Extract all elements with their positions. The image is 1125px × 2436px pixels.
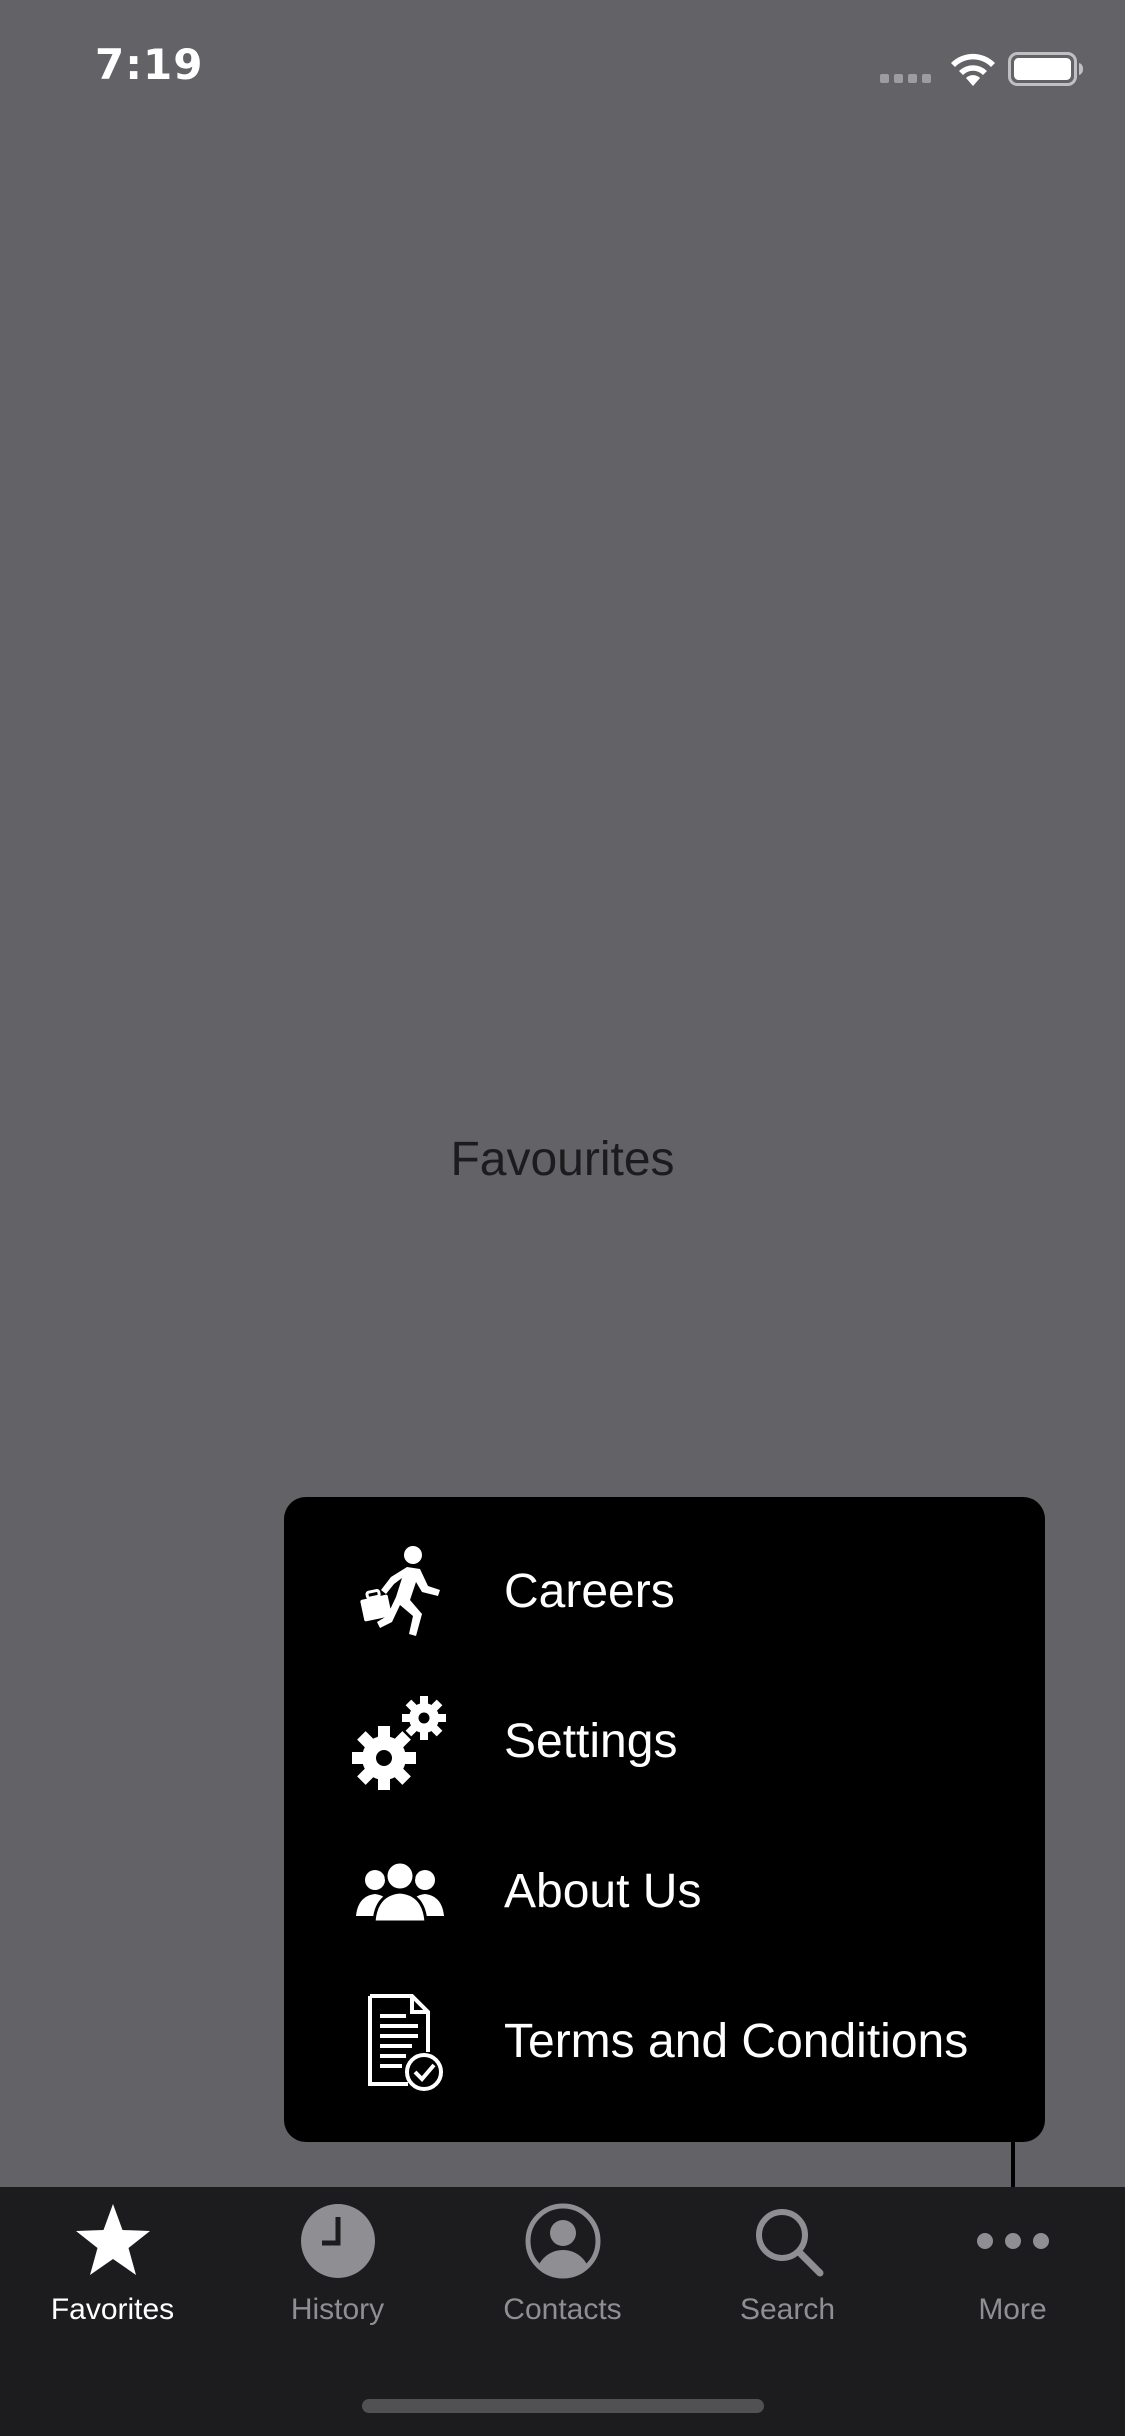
- tab-history[interactable]: History: [225, 2187, 450, 2347]
- tab-search[interactable]: Search: [675, 2187, 900, 2347]
- tab-label: Contacts: [503, 2293, 622, 2326]
- terms-document-icon: [368, 1994, 443, 2091]
- page-title: Favourites: [450, 1133, 675, 1186]
- status-time: 7:19: [95, 40, 204, 89]
- tab-favorites[interactable]: Favorites: [0, 2187, 225, 2347]
- menu-item-label: Careers: [504, 1565, 675, 1618]
- popup-pointer: [1011, 2140, 1015, 2188]
- clock-icon: [300, 2204, 375, 2278]
- settings-gears-icon: [352, 1696, 446, 1790]
- wifi-icon: [951, 53, 995, 86]
- menu-item-label: Settings: [504, 1715, 678, 1768]
- tab-bar: Favorites History Contacts Search More: [0, 2187, 1125, 2436]
- star-icon: [75, 2204, 150, 2275]
- menu-item-careers[interactable]: Careers: [284, 1517, 1045, 1667]
- search-icon: [755, 2209, 823, 2277]
- menu-item-label: Terms and Conditions: [504, 2015, 969, 2068]
- more-popup-menu: Careers Settings About Us Terms and Cond…: [284, 1497, 1045, 2142]
- person-circle-icon: [525, 2203, 600, 2279]
- status-bar: 7:19: [0, 0, 1125, 132]
- menu-item-settings[interactable]: Settings: [284, 1667, 1045, 1817]
- tab-more[interactable]: More: [900, 2187, 1125, 2347]
- more-dots-icon: [976, 2233, 1049, 2249]
- cellular-signal-icon: [880, 74, 936, 86]
- battery-icon: [1008, 52, 1083, 86]
- about-us-people-icon: [356, 1860, 444, 1924]
- tab-contacts[interactable]: Contacts: [450, 2187, 675, 2347]
- tab-label: Favorites: [50, 2293, 175, 2326]
- menu-item-terms[interactable]: Terms and Conditions: [284, 1967, 1045, 2117]
- menu-item-about-us[interactable]: About Us: [284, 1817, 1045, 1967]
- tab-label: Search: [739, 2293, 836, 2326]
- tab-label: More: [978, 2293, 1047, 2326]
- careers-icon: [360, 1546, 440, 1636]
- tab-label: History: [290, 2293, 385, 2326]
- menu-item-label: About Us: [504, 1865, 702, 1918]
- home-indicator[interactable]: [362, 2399, 764, 2413]
